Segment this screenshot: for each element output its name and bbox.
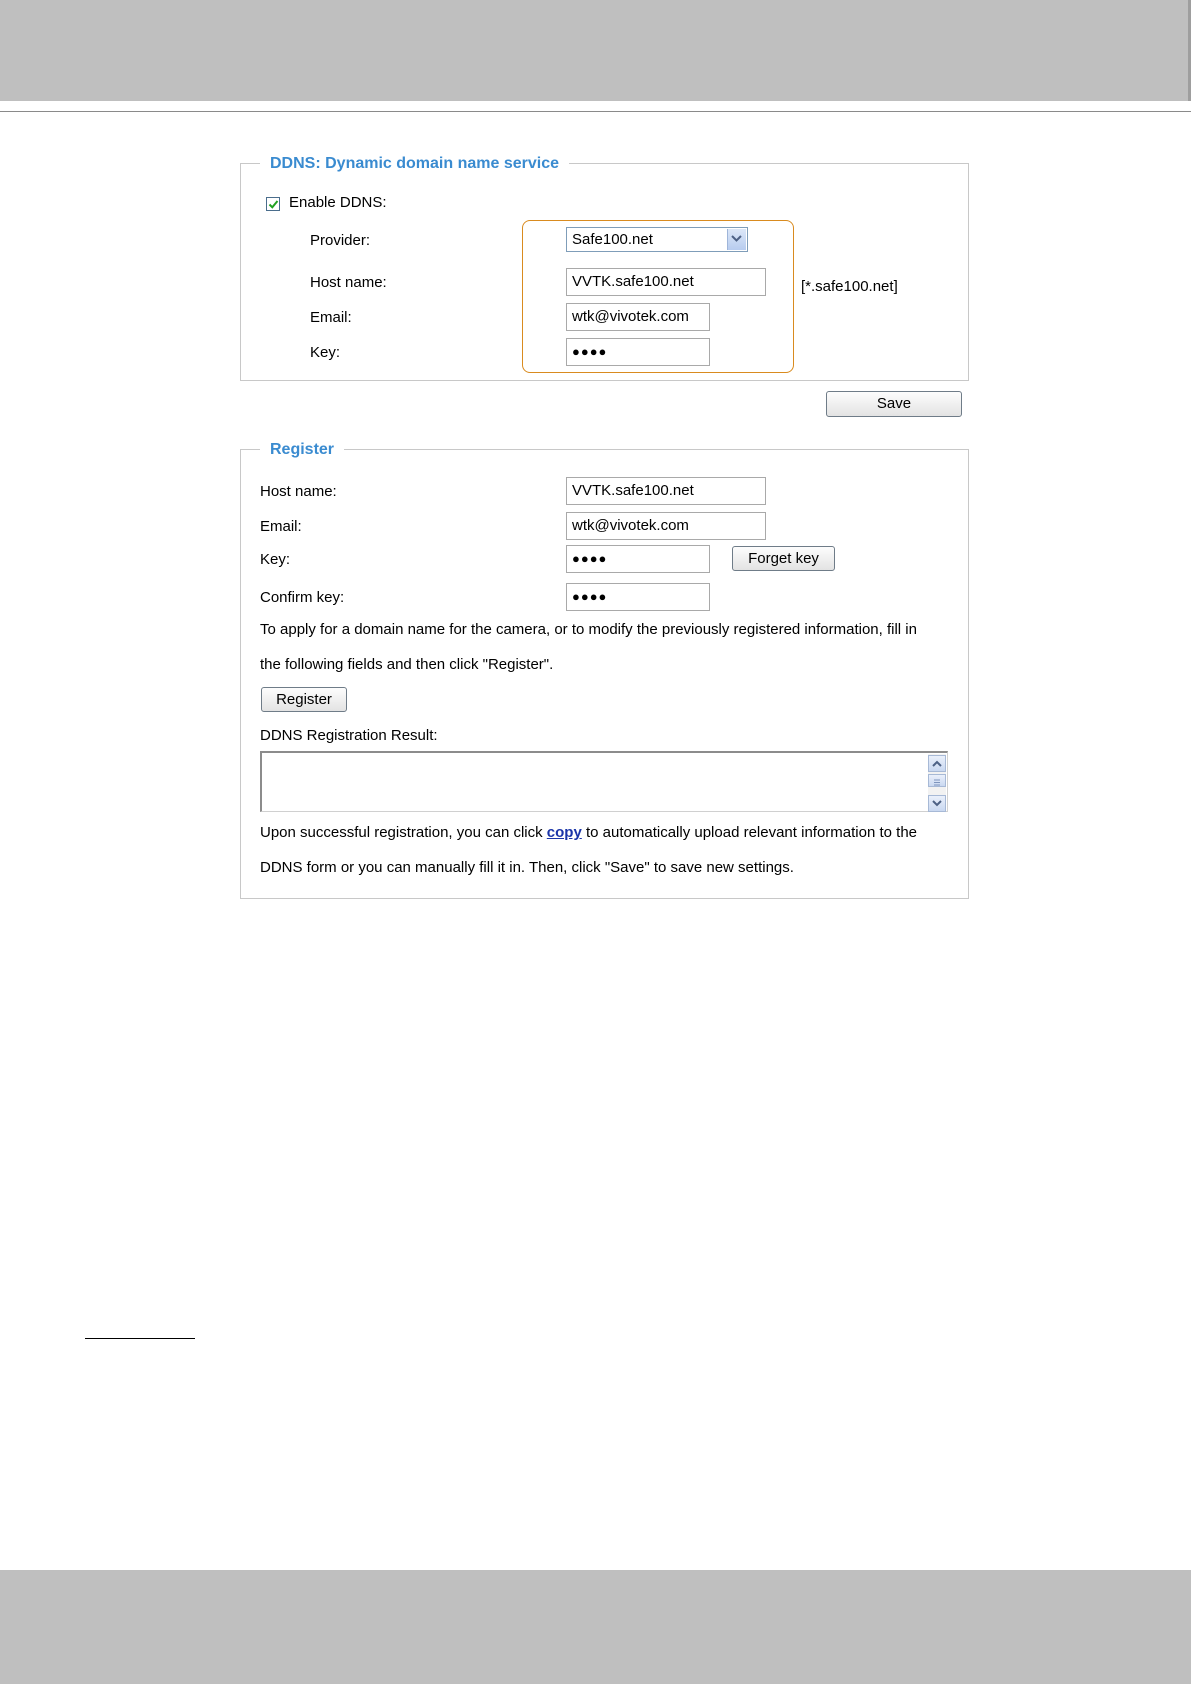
register-key-input[interactable]: ●●●● xyxy=(566,545,710,573)
scroll-down-icon[interactable] xyxy=(928,795,946,812)
scroll-up-icon[interactable] xyxy=(928,755,946,772)
provider-select[interactable]: Safe100.net xyxy=(566,227,748,252)
chevron-down-icon[interactable] xyxy=(727,229,746,250)
page-footer-bar xyxy=(0,1570,1191,1684)
register-button[interactable]: Register xyxy=(261,687,347,712)
page-header-bar xyxy=(0,0,1191,101)
info-text-after-link: to automatically upload relevant informa… xyxy=(581,824,918,841)
footnote-divider xyxy=(85,1338,195,1339)
provider-select-value: Safe100.net xyxy=(572,231,653,248)
ddns-key-input[interactable]: ●●●● xyxy=(566,338,710,366)
confirm-key-label: Confirm key: xyxy=(260,589,345,606)
registration-result-label: DDNS Registration Result: xyxy=(260,727,438,744)
scroll-thumb[interactable] xyxy=(928,774,946,787)
copy-link[interactable]: copy xyxy=(547,824,582,841)
forget-key-button[interactable]: Forget key xyxy=(732,546,835,571)
ddns-key-label: Key: xyxy=(310,344,341,361)
enable-ddns-label: Enable DDNS: xyxy=(289,194,387,211)
provider-label: Provider: xyxy=(310,232,371,249)
save-button[interactable]: Save xyxy=(826,391,962,417)
ddns-email-label: Email: xyxy=(310,309,352,326)
register-email-label: Email: xyxy=(260,518,302,535)
ddns-hostname-label: Host name: xyxy=(310,274,387,291)
register-hostname-label: Host name: xyxy=(260,483,337,500)
confirm-key-input[interactable]: ●●●● xyxy=(566,583,710,611)
register-email-input[interactable]: wtk@vivotek.com xyxy=(566,512,766,540)
registration-result-textarea[interactable] xyxy=(260,751,948,812)
result-scrollbar[interactable] xyxy=(928,754,946,812)
register-hostname-input[interactable]: VVTK.safe100.net xyxy=(566,477,766,505)
register-instructions-line1: To apply for a domain name for the camer… xyxy=(260,621,917,638)
ddns-email-input[interactable]: wtk@vivotek.com xyxy=(566,303,710,331)
info-text-before-link: Upon successful registration, you can cl… xyxy=(260,824,547,841)
check-icon xyxy=(268,200,279,209)
header-divider xyxy=(0,111,1191,112)
hostname-suffix: [*.safe100.net] xyxy=(801,278,898,295)
register-key-label: Key: xyxy=(260,551,291,568)
post-registration-info-line1: Upon successful registration, you can cl… xyxy=(260,824,917,841)
ddns-legend: DDNS: Dynamic domain name service xyxy=(260,155,569,173)
post-registration-info-line2: DDNS form or you can manually fill it in… xyxy=(260,859,794,876)
ddns-hostname-input[interactable]: VVTK.safe100.net xyxy=(566,268,766,296)
enable-ddns-checkbox[interactable] xyxy=(266,197,280,211)
register-legend: Register xyxy=(260,441,345,459)
register-instructions-line2: the following fields and then click "Reg… xyxy=(260,656,554,673)
